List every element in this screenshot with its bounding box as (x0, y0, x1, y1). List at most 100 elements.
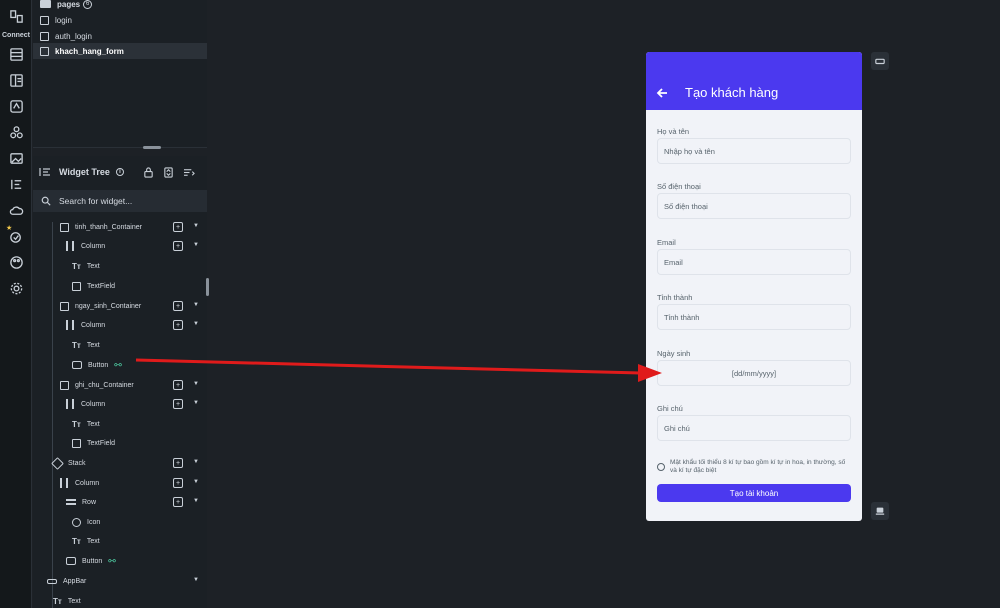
province-field[interactable]: Tỉnh thành (657, 304, 851, 330)
tree-node-label: Text (86, 420, 100, 428)
gear-icon (72, 517, 81, 527)
note-placeholder: Ghi chú (664, 423, 690, 433)
note-field[interactable]: Ghi chú (657, 415, 851, 441)
container-icon (60, 301, 69, 311)
add-child-button[interactable]: + (173, 380, 183, 390)
widget-search-placeholder: Search for widget... (59, 196, 133, 206)
tree-node-textfield[interactable]: TextField (72, 277, 115, 295)
email-placeholder: Email (664, 257, 683, 267)
full-name-field[interactable]: Nhập họ và tên (657, 138, 851, 164)
check-circle-icon (657, 463, 665, 471)
widget-tree-title: Widget Tree (59, 167, 110, 177)
tree-node-container[interactable]: tinh_thanh_Container (60, 218, 142, 236)
connect-icon[interactable] (8, 8, 24, 24)
tree-node-icon[interactable]: Icon (72, 513, 100, 531)
email-field[interactable]: Email (657, 249, 851, 275)
settings-icon[interactable] (8, 280, 24, 296)
phone-number-field[interactable]: Số điện thoại (657, 193, 851, 219)
tree-node-appbar[interactable]: AppBar (47, 572, 86, 590)
palette-icon[interactable] (8, 254, 24, 270)
chevron-down-icon[interactable]: ▼ (193, 459, 199, 465)
media-icon[interactable] (8, 150, 24, 166)
tree-node-button[interactable]: Button ⚯ (72, 356, 122, 374)
chevron-down-icon[interactable]: ▼ (193, 400, 199, 406)
page-item-label: auth_login (55, 31, 92, 41)
phone-preview[interactable]: Tạo khách hàng Họ và tên Nhập họ và tên … (646, 52, 862, 521)
tree-node-column[interactable]: Column (66, 237, 105, 255)
button-widget-icon (72, 361, 82, 369)
database-icon[interactable] (8, 46, 24, 62)
tree-scrollbar[interactable] (206, 278, 209, 296)
add-child-button[interactable]: + (173, 301, 183, 311)
tree-node-text[interactable]: Tт Text (72, 415, 100, 433)
textfield-icon (72, 438, 81, 448)
text-widget-icon: Tт (72, 340, 81, 350)
password-hint: Mật khẩu tối thiểu 8 kí tự bao gồm kí tự… (657, 459, 853, 475)
page-item-label: khach_hang_form (55, 46, 124, 56)
tree-node-container[interactable]: ngay_sinh_Container (60, 297, 141, 315)
add-child-button[interactable]: + (173, 320, 183, 330)
tree-node-label: ghi_chu_Container (75, 381, 134, 389)
tree-node-text[interactable]: Tт Text (72, 532, 100, 550)
chevron-down-icon[interactable]: ▼ (193, 381, 199, 387)
chevron-down-icon[interactable]: ▼ (193, 321, 199, 327)
panel-resize-handle[interactable] (143, 146, 161, 149)
cloud-icon[interactable] (8, 202, 24, 218)
tablet-view-button[interactable] (871, 52, 889, 70)
page-item-khach-hang-form[interactable]: khach_hang_form (33, 43, 207, 59)
chevron-down-icon[interactable]: ▼ (193, 479, 199, 485)
tree-node-column[interactable]: Column (66, 316, 105, 334)
birth-date-button[interactable]: [dd/mm/yyyy] (657, 360, 851, 386)
tree-icon (39, 168, 50, 176)
widget-search-input[interactable]: Search for widget... (33, 190, 207, 212)
components-icon[interactable] (8, 124, 24, 140)
container-icon (60, 222, 69, 232)
page-item-auth-login[interactable]: auth_login (33, 28, 207, 44)
lock-icon[interactable] (143, 167, 154, 178)
agent-icon[interactable] (8, 228, 24, 244)
tree-node-label: ngay_sinh_Container (75, 302, 142, 310)
info-icon[interactable]: i (115, 168, 124, 176)
tree-node-column[interactable]: Column (66, 395, 105, 413)
tree-node-label: Column (81, 321, 106, 329)
add-child-button[interactable]: + (173, 478, 183, 488)
tree-node-container[interactable]: ghi_chu_Container (60, 376, 134, 394)
tree-node-row[interactable]: Row (66, 493, 96, 511)
chevron-down-icon[interactable]: ▼ (193, 302, 199, 308)
theme-icon[interactable] (8, 98, 24, 114)
action-flow-icon[interactable]: ⚯ (114, 360, 122, 371)
tree-node-column[interactable]: Column (60, 474, 99, 492)
chevron-down-icon[interactable]: ▼ (193, 242, 199, 248)
app-root: Connect ★ pages 6 login auth_login khach… (0, 0, 1000, 608)
pages-folder[interactable]: pages 6 (33, 0, 207, 12)
chevron-down-icon[interactable]: ▼ (193, 498, 199, 504)
tree-node-stack[interactable]: Stack (51, 454, 86, 472)
tree-node-text[interactable]: Tт Text (53, 592, 81, 608)
desktop-view-button[interactable] (871, 502, 889, 520)
chevron-down-icon[interactable]: ▼ (193, 223, 199, 229)
layout-icon[interactable] (8, 72, 24, 88)
stack-icon (51, 456, 64, 470)
tree-node-button[interactable]: Button ⚯ (66, 552, 116, 570)
tree-guide-line (52, 222, 53, 608)
tree-node-text[interactable]: Tт Text (72, 336, 100, 354)
list-icon[interactable] (8, 176, 24, 192)
add-child-button[interactable]: + (173, 458, 183, 468)
create-account-button[interactable]: Tạo tài khoản (657, 484, 851, 502)
filter-icon[interactable] (183, 167, 196, 178)
email-label: Email (657, 238, 676, 247)
left-icon-rail: Connect ★ (0, 0, 32, 608)
add-child-button[interactable]: + (173, 222, 183, 232)
action-flow-icon[interactable]: ⚯ (108, 556, 116, 567)
page-item-login[interactable]: login (33, 12, 207, 28)
tree-node-label: Stack (68, 459, 86, 467)
add-child-button[interactable]: + (173, 399, 183, 409)
expand-collapse-icon[interactable] (163, 167, 174, 178)
arrow-back-icon[interactable] (656, 87, 668, 99)
widget-tree-panel: Widget Tree i Search for widget... tinh_… (33, 156, 209, 608)
tree-node-textfield[interactable]: TextField (72, 434, 115, 452)
add-child-button[interactable]: + (173, 241, 183, 251)
chevron-down-icon[interactable]: ▼ (193, 577, 199, 583)
tree-node-text[interactable]: Tт Text (72, 257, 100, 275)
add-child-button[interactable]: + (173, 497, 183, 507)
